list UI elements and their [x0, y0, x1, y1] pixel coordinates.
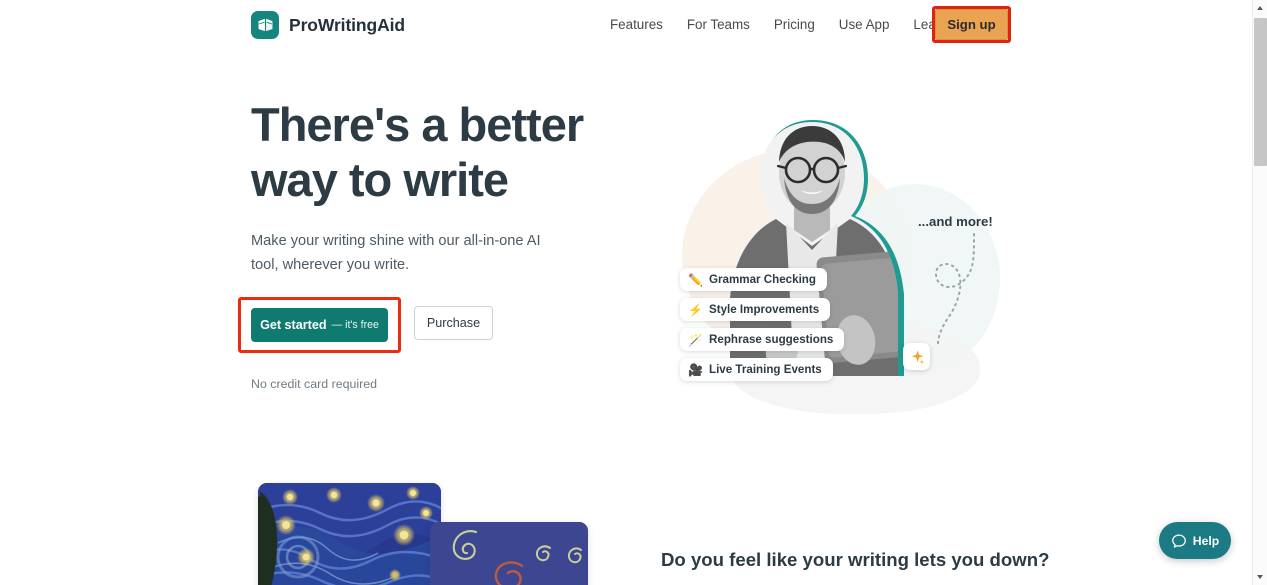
help-widget-label: Help	[1192, 533, 1220, 548]
feature-chip: ⚡ Style Improvements	[680, 298, 831, 321]
get-started-label: Get started	[260, 318, 327, 333]
hero-title-line-1: There's a better	[251, 98, 584, 151]
hero-title-line-2: way to write	[251, 153, 509, 207]
get-started-annotation-box: Get started — it's free	[238, 297, 401, 354]
vertical-scrollbar[interactable]	[1252, 0, 1267, 585]
and-more-annotation: ...and more!	[918, 214, 993, 229]
sparkle-icon	[903, 343, 930, 370]
get-started-note: — it's free	[331, 319, 379, 332]
chat-bubble-icon	[1171, 533, 1187, 549]
lower-section-heading: Do you feel like your writing lets you d…	[661, 549, 1050, 570]
signup-button[interactable]: Sign up	[935, 9, 1008, 40]
movie-camera-icon: 🎥	[688, 362, 703, 377]
brand-name: ProWritingAid	[289, 14, 406, 35]
hero-subtitle: Make your writing shine with our all-in-…	[251, 232, 541, 273]
curly-arrow-icon	[928, 232, 988, 350]
scroll-down-arrow-icon[interactable]	[1253, 569, 1267, 585]
feature-chip: ✏️ Grammar Checking	[680, 268, 827, 291]
blue-doodle-artwork	[430, 522, 588, 585]
nav-use-app[interactable]: Use App	[827, 11, 902, 38]
lightning-bolt-icon: ⚡	[688, 302, 703, 317]
feature-chip-list: ✏️ Grammar Checking ⚡ Style Improvements…	[680, 268, 845, 381]
purchase-button[interactable]: Purchase	[414, 306, 493, 341]
site-header: ProWritingAid Features For Teams Pricing…	[0, 0, 1252, 49]
nav-features[interactable]: Features	[598, 11, 675, 38]
pencil-icon: ✏️	[688, 272, 703, 287]
nav-pricing[interactable]: Pricing	[762, 11, 827, 38]
brand-logo-link[interactable]: ProWritingAid	[251, 11, 405, 39]
book-logo-icon	[251, 11, 279, 39]
signup-annotation-box: Sign up	[932, 6, 1011, 43]
nav-for-teams[interactable]: For Teams	[675, 11, 762, 38]
hero-cta-row: Get started — it's free Purchase	[238, 297, 611, 354]
page-viewport: ProWritingAid Features For Teams Pricing…	[0, 0, 1252, 585]
hero-section: There's a better way to write Make your …	[0, 49, 1252, 469]
scroll-up-arrow-icon[interactable]	[1253, 0, 1267, 16]
browser-page: ProWritingAid Features For Teams Pricing…	[0, 0, 1267, 585]
page-title: There's a better way to write	[251, 97, 611, 208]
scrollbar-thumb[interactable]	[1254, 18, 1267, 166]
starry-night-artwork	[258, 483, 441, 585]
hero-copy: There's a better way to write Make your …	[238, 97, 611, 392]
hero-illustration: ✏️ Grammar Checking ⚡ Style Improvements…	[640, 104, 1020, 434]
magic-wand-icon: 🪄	[688, 332, 703, 347]
no-credit-card-note: No credit card required	[251, 377, 378, 392]
feature-chip: 🪄 Rephrase suggestions	[680, 328, 845, 351]
get-started-button[interactable]: Get started — it's free	[251, 308, 388, 343]
help-widget-button[interactable]: Help	[1159, 522, 1231, 559]
feature-chip: 🎥 Live Training Events	[680, 358, 833, 381]
feature-chip-label: Live Training Events	[709, 363, 822, 376]
lower-section: Do you feel like your writing lets you d…	[0, 469, 1252, 585]
feature-chip-label: Grammar Checking	[709, 273, 816, 286]
feature-chip-label: Rephrase suggestions	[709, 333, 834, 346]
feature-chip-label: Style Improvements	[709, 303, 820, 316]
